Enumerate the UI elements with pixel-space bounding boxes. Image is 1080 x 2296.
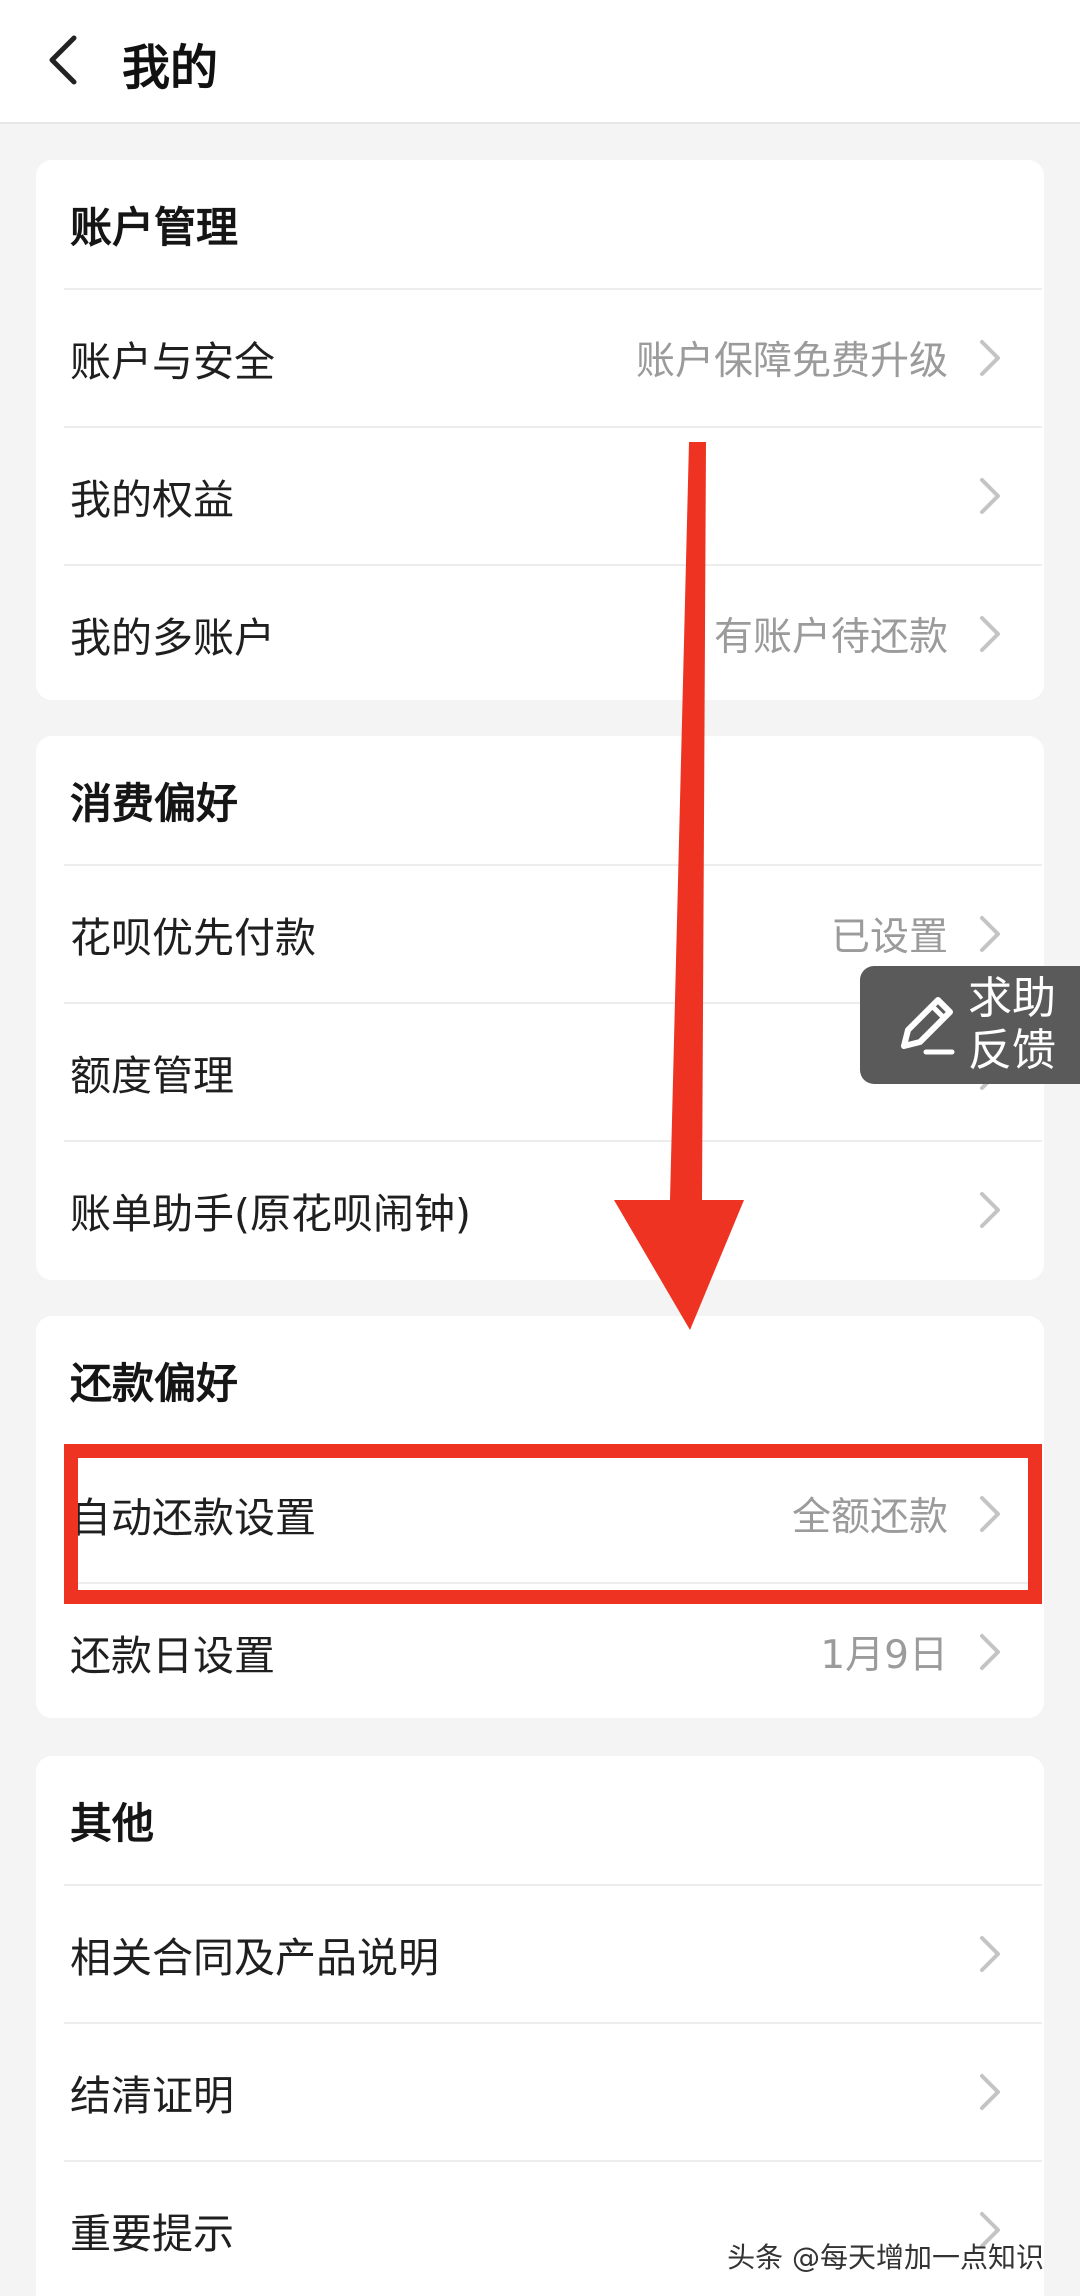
row-label: 相关合同及产品说明 [70,1934,439,1982]
row-label: 账户与安全 [70,338,275,386]
section-title: 其他 [70,1798,155,1848]
back-button[interactable] [30,20,100,100]
page-title: 我的 [122,40,219,96]
section-other: 其他 相关合同及产品说明 结清证明 重要提示 [36,1756,1044,2296]
row-label: 还款日设置 [70,1632,275,1680]
section-title: 还款偏好 [70,1358,239,1408]
help-feedback-button[interactable]: 求助反馈 [860,966,1080,1084]
row-label: 账单助手(原花呗闹钟) [70,1190,471,1238]
chevron-right-icon [974,1628,1006,1676]
pencil-icon [886,986,964,1064]
row-label: 额度管理 [70,1052,234,1100]
row-value: 账户保障免费升级 [635,339,948,384]
section-account-management: 账户管理 账户与安全 账户保障免费升级 我的权益 我的多账户 有账户待还款 [36,160,1044,700]
chevron-right-icon [974,334,1006,382]
row-account-security[interactable]: 账户与安全 账户保障免费升级 [64,288,1042,426]
row-label: 花呗优先付款 [70,914,316,962]
row-my-benefits[interactable]: 我的权益 [64,426,1042,564]
row-label: 自动还款设置 [70,1494,316,1542]
row-label: 我的权益 [70,476,234,524]
row-auto-repay[interactable]: 自动还款设置 全额还款 [64,1444,1042,1582]
watermark: 头条 @每天增加一点知识 [727,2241,1044,2274]
chevron-left-icon [49,35,77,85]
chevron-right-icon [974,1186,1006,1234]
header-bar: 我的 [0,0,1080,124]
chevron-right-icon [974,910,1006,958]
row-value: 全额还款 [791,1495,948,1540]
row-bill-assistant[interactable]: 账单助手(原花呗闹钟) [64,1140,1042,1278]
section-title: 账户管理 [70,202,239,252]
row-repay-day[interactable]: 还款日设置 1月9日 [64,1582,1042,1718]
row-label: 结清证明 [70,2072,234,2120]
chevron-right-icon [974,1930,1006,1978]
chevron-right-icon [974,1490,1006,1538]
chevron-right-icon [974,610,1006,658]
row-multi-account[interactable]: 我的多账户 有账户待还款 [64,564,1042,700]
chevron-right-icon [974,472,1006,520]
row-value: 1月9日 [820,1633,948,1678]
row-settlement-proof[interactable]: 结清证明 [64,2022,1042,2160]
section-repayment-preference: 还款偏好 自动还款设置 全额还款 还款日设置 1月9日 [36,1316,1044,1718]
help-feedback-label: 求助反馈 [968,973,1056,1076]
row-contracts[interactable]: 相关合同及产品说明 [64,1884,1042,2022]
chevron-right-icon [974,2068,1006,2116]
section-title: 消费偏好 [70,778,239,828]
row-label: 我的多账户 [70,614,275,662]
row-value: 有账户待还款 [713,615,948,660]
row-value: 已设置 [830,915,948,960]
